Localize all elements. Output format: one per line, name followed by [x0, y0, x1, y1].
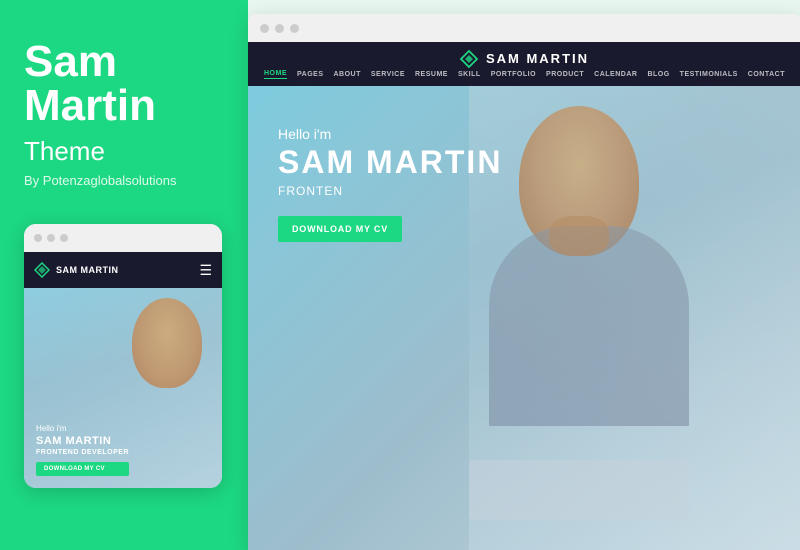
- window-dot-2: [47, 234, 55, 242]
- desktop-hero: Hello i'm SAM MARTIN FRONTEN DOWNLOAD MY…: [248, 86, 800, 550]
- hero-hand: [549, 216, 609, 256]
- hero-role: FRONTEN: [278, 184, 502, 198]
- nav-link-product[interactable]: PRODUCT: [546, 71, 584, 78]
- desktop-nav-brand: SAM MARTIN: [486, 51, 589, 66]
- desktop-nav: SAM MARTIN HOME PAGES ABOUT SERVICE RESU…: [248, 42, 800, 86]
- right-panel: SAM MARTIN HOME PAGES ABOUT SERVICE RESU…: [248, 0, 800, 550]
- hero-hello: Hello i'm: [278, 126, 502, 142]
- hero-text: Hello i'm SAM MARTIN FRONTEN DOWNLOAD MY…: [278, 126, 502, 242]
- nav-link-about[interactable]: ABOUT: [334, 71, 361, 78]
- hero-person-area: [469, 86, 800, 550]
- desktop-dot-2: [275, 24, 284, 33]
- nav-link-service[interactable]: SERVICE: [371, 71, 405, 78]
- hero-download-btn[interactable]: DOWNLOAD MY CV: [278, 216, 402, 242]
- mobile-hero-text: Hello i'm SAM MARTIN FRONTEND DEVELOPER …: [36, 424, 129, 476]
- hero-name: SAM MARTIN: [278, 146, 502, 178]
- desktop-dot-3: [290, 24, 299, 33]
- nav-link-home[interactable]: HOME: [264, 70, 287, 79]
- mobile-hero-name: SAM MARTIN: [36, 435, 129, 447]
- mobile-nav: SAM MARTIN ☰: [24, 252, 222, 288]
- nav-link-testimonials[interactable]: TESTIMONIALS: [680, 71, 738, 78]
- mobile-logo: SAM MARTIN: [34, 262, 119, 278]
- mobile-window-bar: [24, 224, 222, 252]
- diamond-icon-mobile: [34, 262, 50, 278]
- theme-by: By Potenzaglobalsolutions: [24, 173, 177, 188]
- theme-title: Sam Martin: [24, 40, 156, 128]
- mobile-hero-role: FRONTEND DEVELOPER: [36, 449, 129, 456]
- nav-link-calendar[interactable]: CALENDAR: [594, 71, 637, 78]
- theme-subtitle: Theme: [24, 136, 105, 167]
- nav-link-skill[interactable]: SKILL: [458, 71, 481, 78]
- hero-body: [489, 226, 689, 426]
- mobile-download-btn[interactable]: DOWNLOAD MY CV: [36, 462, 129, 476]
- nav-link-portfolio[interactable]: PORTFOLIO: [491, 71, 536, 78]
- mobile-hero: Hello i'm SAM MARTIN FRONTEND DEVELOPER …: [24, 288, 222, 488]
- mobile-hello: Hello i'm: [36, 424, 129, 433]
- left-panel: Sam Martin Theme By Potenzaglobalsolutio…: [0, 0, 248, 550]
- desktop-nav-brand-row: SAM MARTIN: [460, 50, 589, 68]
- diamond-icon-desktop: [460, 50, 478, 68]
- mobile-person-face: [132, 298, 202, 388]
- hamburger-icon[interactable]: ☰: [199, 262, 212, 279]
- desktop-nav-links: HOME PAGES ABOUT SERVICE RESUME SKILL PO…: [264, 70, 785, 79]
- hero-laptop: [469, 460, 689, 520]
- desktop-window-bar: [248, 14, 800, 42]
- nav-link-blog[interactable]: BLOG: [647, 71, 669, 78]
- window-dot-1: [34, 234, 42, 242]
- mobile-preview-card: SAM MARTIN ☰ Hello i'm SAM MARTIN FRONTE…: [24, 224, 222, 488]
- window-dot-3: [60, 234, 68, 242]
- nav-link-pages[interactable]: PAGES: [297, 71, 324, 78]
- nav-link-contact[interactable]: CONTACT: [748, 71, 785, 78]
- desktop-preview-card: SAM MARTIN HOME PAGES ABOUT SERVICE RESU…: [248, 14, 800, 550]
- mobile-nav-brand: SAM MARTIN: [56, 265, 119, 275]
- nav-link-resume[interactable]: RESUME: [415, 71, 448, 78]
- desktop-dot-1: [260, 24, 269, 33]
